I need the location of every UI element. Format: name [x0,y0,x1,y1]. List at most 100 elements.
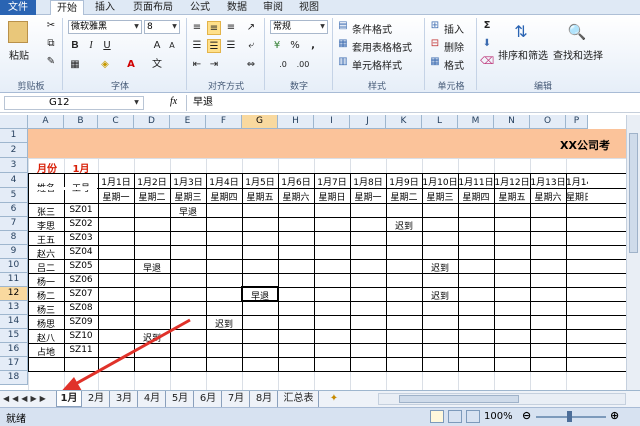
fill-color-icon[interactable]: ◈ [98,58,112,72]
table-format-icon[interactable]: ▦ [336,37,350,51]
vertical-scrollbar-thumb[interactable] [629,133,638,253]
normal-view-icon[interactable] [430,410,444,423]
page-break-view-icon[interactable] [466,410,480,423]
row-header-17[interactable]: 17 [0,357,28,371]
sort-filter-icon[interactable]: ⇅ [510,21,532,43]
paste-icon[interactable] [8,21,28,43]
column-header-m[interactable]: M [458,115,494,129]
row-header-11[interactable]: 11 [0,273,28,287]
insert-sheet-icon[interactable]: ✦ [326,392,342,406]
horizontal-scrollbar-thumb[interactable] [399,395,519,403]
column-header-l[interactable]: L [422,115,458,129]
row-header-12[interactable]: 12 [0,287,28,301]
font-color-icon[interactable]: A [124,58,138,72]
tab-formulas[interactable]: 公式 [185,0,215,15]
sheet-tab[interactable]: 汇总表 [279,391,319,407]
insert-cells-button[interactable]: 插入 [444,21,464,36]
delete-cells-button[interactable]: 删除 [444,39,464,54]
clear-icon[interactable]: ⌫ [480,55,494,69]
font-name-combo[interactable]: 微软雅黑 ▼ [68,20,142,34]
row-header-9[interactable]: 9 [0,245,28,259]
column-header-h[interactable]: H [278,115,314,129]
vertical-scrollbar[interactable] [626,115,640,390]
column-header-p[interactable]: P [566,115,588,129]
row-header-5[interactable]: 5 [0,188,28,203]
align-right-icon[interactable]: ☰ [224,39,238,53]
format-painter-icon[interactable]: ✎ [44,55,58,69]
zoom-in-icon[interactable]: ⊕ [610,409,619,422]
tab-review[interactable]: 审阅 [258,0,288,15]
fill-icon[interactable]: ⬇ [480,37,494,51]
orientation-icon[interactable]: ↗ [244,21,258,35]
horizontal-scrollbar[interactable] [378,393,626,405]
comma-button[interactable]: , [306,39,320,53]
sheet-tab[interactable]: 8月 [251,391,278,407]
number-format-combo[interactable]: 常规 ▼ [270,20,328,34]
sheet-nav-arrows-icon[interactable]: ◀◀◀▶▶ [3,394,49,403]
column-header-n[interactable]: N [494,115,530,129]
row-header-7[interactable]: 7 [0,217,28,231]
row-header-16[interactable]: 16 [0,343,28,357]
sheet-tab[interactable]: 3月 [111,391,138,407]
font-shrink-icon[interactable]: A [165,39,179,53]
page-layout-view-icon[interactable] [448,410,462,423]
column-header-e[interactable]: E [170,115,206,129]
sheet-tab[interactable]: 6月 [195,391,222,407]
merge-center-icon[interactable]: ⇔ [244,58,258,72]
row-header-6[interactable]: 6 [0,203,28,217]
cell-style-button[interactable]: 单元格样式 [352,57,402,72]
sheet-tab[interactable]: 2月 [83,391,110,407]
row-header-8[interactable]: 8 [0,231,28,245]
chevron-down-icon[interactable]: ▼ [132,21,141,33]
tab-data[interactable]: 数据 [222,0,252,15]
zoom-level[interactable]: 100% [484,411,513,422]
paste-button[interactable]: 粘贴 [9,47,29,62]
find-select-button[interactable]: 查找和选择 [553,47,603,62]
column-header-k[interactable]: K [386,115,422,129]
bold-button[interactable]: B [68,39,82,53]
tab-view[interactable]: 视图 [294,0,324,15]
font-size-combo[interactable]: 8 ▼ [144,20,180,34]
table-format-button[interactable]: 套用表格格式 [352,39,412,54]
zoom-slider-thumb[interactable] [567,411,572,422]
row-header-10[interactable]: 10 [0,259,28,273]
underline-button[interactable]: U [100,39,114,53]
column-header-f[interactable]: F [206,115,242,129]
selected-cell[interactable] [241,286,279,302]
row-header-3[interactable]: 3 [0,158,28,173]
row-header-13[interactable]: 13 [0,301,28,315]
border-icon[interactable]: ▦ [68,58,82,72]
autosum-button[interactable]: Σ [480,19,494,33]
name-box[interactable]: G12 ▼ [4,96,144,110]
insert-function-icon[interactable]: fx [170,96,177,107]
row-header-4[interactable]: 4 [0,173,28,188]
tab-insert[interactable]: 插入 [90,0,120,15]
align-center-icon[interactable]: ☰ [207,39,221,53]
zoom-out-icon[interactable]: ⊖ [522,409,531,422]
select-all-corner[interactable] [0,115,28,129]
find-select-icon[interactable]: 🔍 [566,21,588,43]
align-middle-icon[interactable]: ≡ [207,21,221,35]
column-header-d[interactable]: D [134,115,170,129]
wrap-text-icon[interactable]: ⤶ [244,39,258,53]
column-header-b[interactable]: B [64,115,98,129]
sheet-tab[interactable]: 7月 [223,391,250,407]
chevron-down-icon[interactable]: ▼ [170,21,179,33]
delete-cells-icon[interactable]: ⊟ [428,37,442,51]
row-header-18[interactable]: 18 [0,371,28,385]
column-header-g[interactable]: G [242,115,278,129]
sheet-tab[interactable]: 5月 [167,391,194,407]
column-header-c[interactable]: C [98,115,134,129]
cut-icon[interactable]: ✂ [44,19,58,33]
tab-file[interactable]: 文件 [0,0,36,15]
format-cells-icon[interactable]: ▦ [428,55,442,69]
format-cells-button[interactable]: 格式 [444,57,464,72]
increase-decimal-icon[interactable]: .0 [276,58,290,72]
conditional-format-button[interactable]: 条件格式 [352,21,392,36]
row-header-14[interactable]: 14 [0,315,28,329]
formula-input[interactable]: 早退 [186,95,640,111]
column-header-i[interactable]: I [314,115,350,129]
chevron-down-icon[interactable]: ▼ [318,21,327,33]
phonetic-icon[interactable]: 文 [150,58,164,72]
tab-page-layout[interactable]: 页面布局 [128,0,178,15]
